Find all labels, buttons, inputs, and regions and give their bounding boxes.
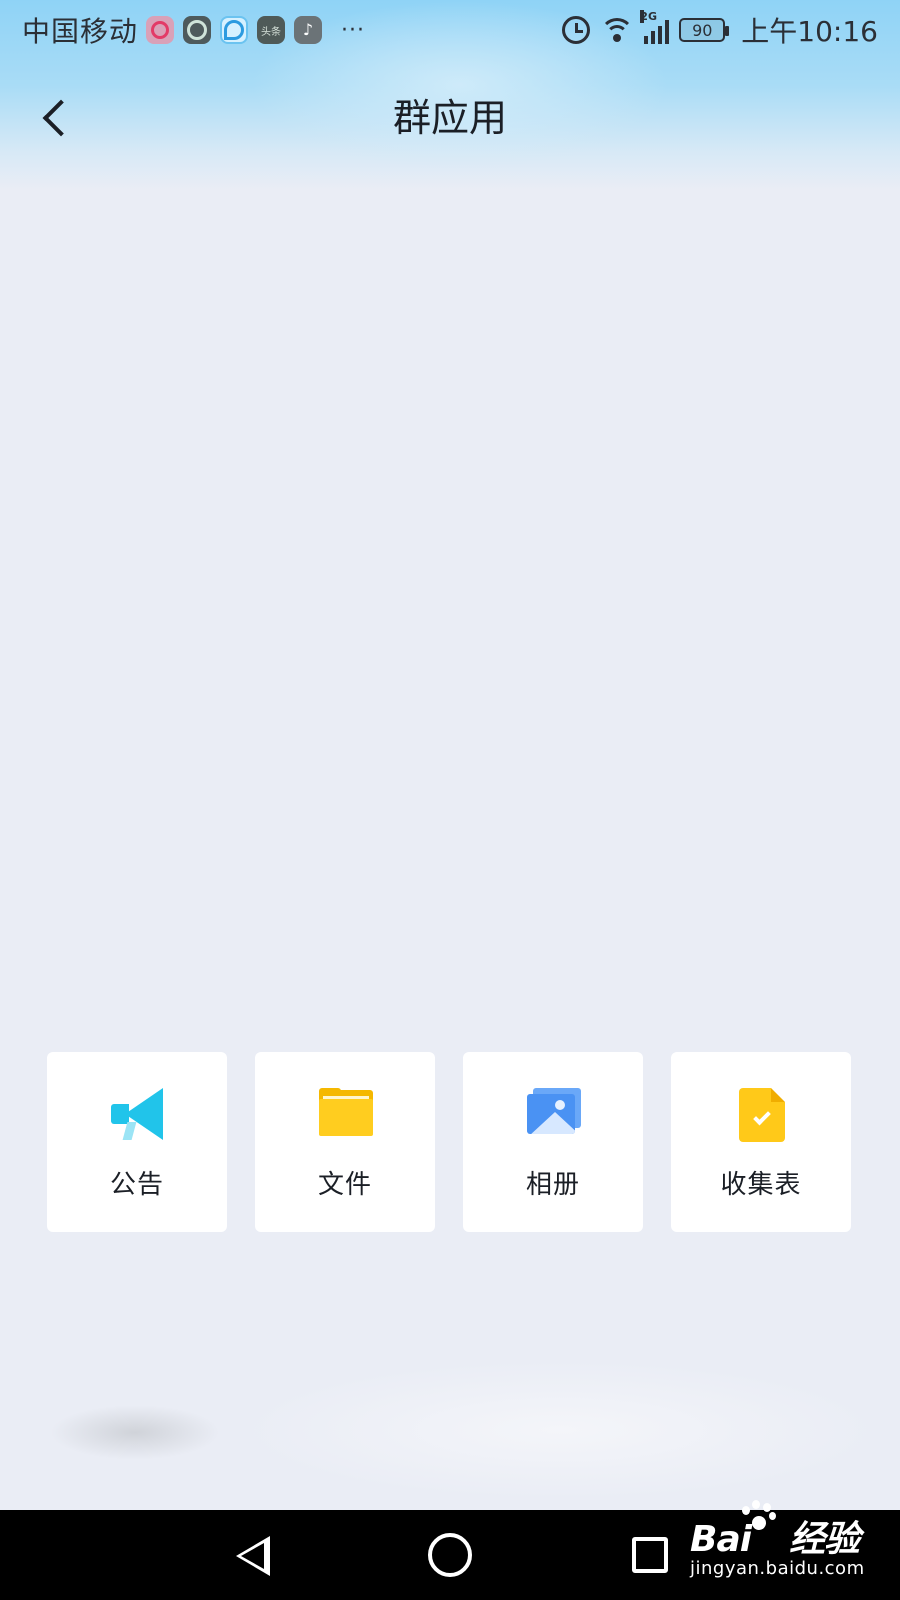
app-tile-announcement[interactable]: 公告 xyxy=(47,1052,227,1232)
app-tile-label: 收集表 xyxy=(720,1170,802,1200)
triangle-back-icon[interactable] xyxy=(230,1532,276,1578)
watermark-url: jingyan.baidu.com xyxy=(690,1558,865,1579)
status-bar: 中国移动 头条 ··· 2G 90 上午10:16 xyxy=(0,0,900,60)
page-title: 群应用 xyxy=(392,96,507,140)
signal-icon: 2G xyxy=(640,10,670,44)
group-apps-grid: 公告 文件 相册 收集表 xyxy=(47,1052,853,1232)
blurred-blob xyxy=(50,1405,220,1460)
megaphone-icon xyxy=(109,1088,165,1140)
chevron-left-icon[interactable] xyxy=(32,88,82,148)
wifi-icon xyxy=(600,16,635,44)
qq-app-icon xyxy=(220,16,249,44)
tiktok-app-icon xyxy=(294,16,323,44)
folder-icon xyxy=(317,1088,373,1140)
battery-icon: 90 xyxy=(679,18,730,42)
app-tile-label: 相册 xyxy=(525,1170,580,1200)
carrier-label: 中国移动 xyxy=(22,15,139,48)
app-tile-album[interactable]: 相册 xyxy=(463,1052,643,1232)
app-tile-label: 文件 xyxy=(317,1170,372,1200)
app-tile-label: 公告 xyxy=(109,1170,164,1200)
blurred-panel xyxy=(240,1360,880,1500)
toutiao-app-icon: 头条 xyxy=(257,16,286,44)
form-check-icon xyxy=(733,1088,789,1142)
alarm-icon xyxy=(562,16,591,44)
square-recent-icon[interactable] xyxy=(632,1537,668,1573)
screen: 中国移动 头条 ··· 2G 90 上午10:16 群应用 xyxy=(0,0,900,1600)
paw-icon xyxy=(738,1500,776,1534)
status-indicators: 2G 90 上午10:16 xyxy=(562,10,878,50)
clock: 上午10:16 xyxy=(741,15,878,48)
more-notifications-icon: ··· xyxy=(341,17,365,43)
music-app-icon xyxy=(146,16,175,44)
circle-home-icon[interactable] xyxy=(428,1533,472,1577)
notification-icons: 头条 ··· xyxy=(146,16,365,44)
network-type-label: 2G xyxy=(640,10,657,23)
app-tile-files[interactable]: 文件 xyxy=(255,1052,435,1232)
baidu-watermark: Bai 经验 jingyan.baidu.com xyxy=(690,1500,890,1590)
browser-app-icon xyxy=(183,16,212,44)
photo-album-icon xyxy=(525,1088,581,1140)
app-tile-form[interactable]: 收集表 xyxy=(671,1052,851,1232)
nav-header: 群应用 xyxy=(0,74,900,162)
